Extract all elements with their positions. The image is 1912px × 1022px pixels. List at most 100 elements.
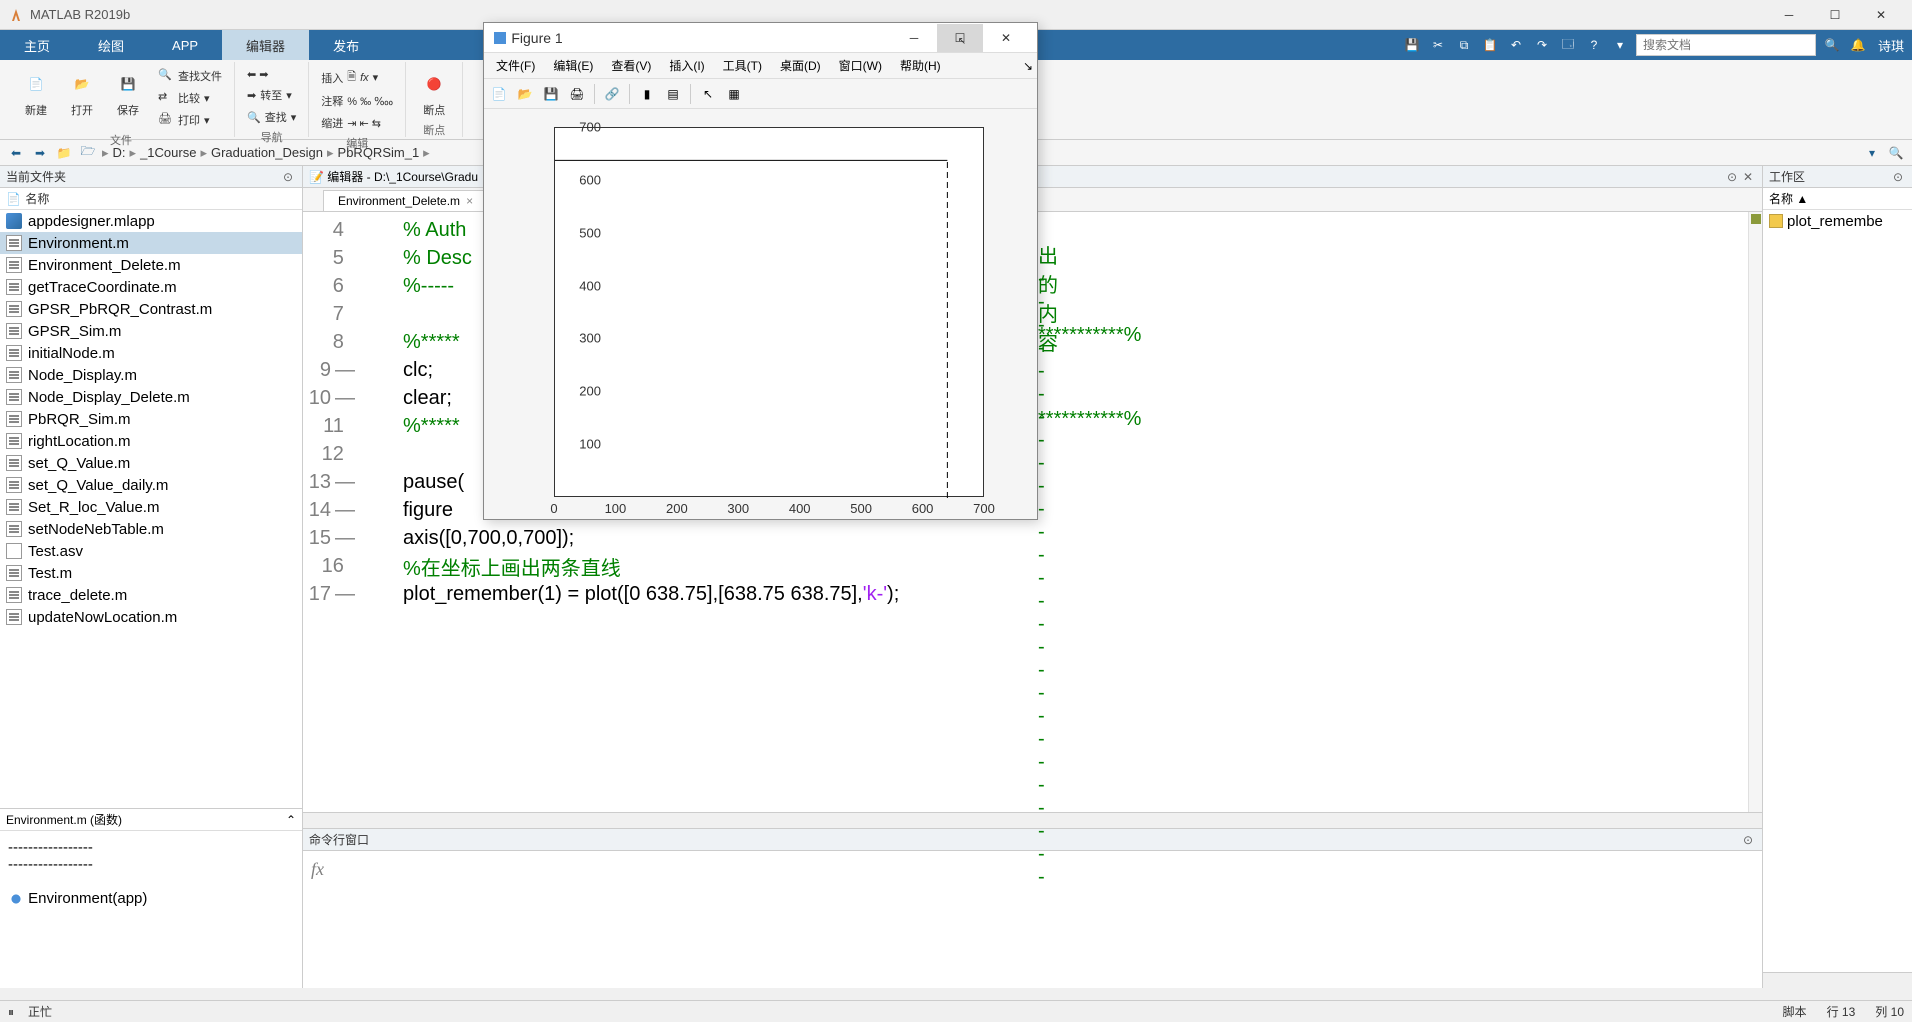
figure-titlebar[interactable]: Figure 1 ─ ☐↖ ✕ <box>484 23 1037 53</box>
editor-hscroll[interactable] <box>303 812 1762 828</box>
details-collapse-icon[interactable]: ⌃ <box>286 813 296 827</box>
figure-menu-edit[interactable]: 编辑(E) <box>545 54 601 77</box>
addr-dropdown-icon[interactable]: ▾ <box>1862 143 1882 163</box>
back-icon[interactable]: ⬅ ➡ <box>243 66 300 83</box>
file-item[interactable]: initialNode.m <box>0 342 302 364</box>
help-icon[interactable]: ? <box>1584 35 1604 55</box>
file-item[interactable]: Node_Display.m <box>0 364 302 386</box>
fig-open-icon[interactable]: 📂 <box>514 83 536 105</box>
figure-menu-file[interactable]: 文件(F) <box>488 54 543 77</box>
file-item[interactable]: GPSR_PbRQR_Contrast.m <box>0 298 302 320</box>
comment-button[interactable]: 注释 % ‰ ‱ <box>317 91 397 111</box>
file-item[interactable]: Test.m <box>0 562 302 584</box>
figure-axes-canvas[interactable]: 100200300400500600700 010020030040050060… <box>484 109 1037 519</box>
nav-up-icon[interactable]: 📁 <box>54 143 74 163</box>
redo-icon[interactable]: ↷ <box>1532 35 1552 55</box>
fig-print-icon[interactable]: 🖨 <box>566 83 588 105</box>
editor-message-bar[interactable] <box>1748 212 1762 812</box>
figure-close-button[interactable]: ✕ <box>983 24 1029 52</box>
file-item[interactable]: Set_R_loc_Value.m <box>0 496 302 518</box>
figure-window[interactable]: Figure 1 ─ ☐↖ ✕ 文件(F) 编辑(E) 查看(V) 插入(I) … <box>483 22 1038 520</box>
search-docs-input[interactable] <box>1636 34 1816 56</box>
command-window[interactable]: fx <box>303 851 1762 988</box>
fx-prompt-icon[interactable]: fx <box>311 859 324 880</box>
file-item[interactable]: set_Q_Value_daily.m <box>0 474 302 496</box>
tab-close-icon[interactable]: × <box>466 194 473 208</box>
file-item[interactable]: appdesigner.mlapp <box>0 210 302 232</box>
file-item[interactable]: getTraceCoordinate.m <box>0 276 302 298</box>
file-item[interactable]: set_Q_Value.m <box>0 452 302 474</box>
switch-windows-icon[interactable]: 🗔 <box>1558 35 1578 55</box>
file-item[interactable]: updateNowLocation.m <box>0 606 302 628</box>
file-item[interactable]: trace_delete.m <box>0 584 302 606</box>
bell-icon[interactable]: 🔔 <box>1848 35 1868 55</box>
tab-publish[interactable]: 发布 <box>309 30 383 60</box>
user-name[interactable]: 诗琪 <box>1878 36 1904 55</box>
fig-new-icon[interactable]: 📄 <box>488 83 510 105</box>
breakpoints-button[interactable]: 🔴断点 <box>414 66 454 120</box>
figure-minimize-button[interactable]: ─ <box>891 24 937 52</box>
figure-menu-view[interactable]: 查看(V) <box>603 54 659 77</box>
fig-legend-icon[interactable]: ▤ <box>662 83 684 105</box>
figure-menu-chevron-icon[interactable]: ↘ <box>1023 59 1033 73</box>
fig-save-icon[interactable]: 💾 <box>540 83 562 105</box>
find-files-button[interactable]: 🔍查找文件 <box>154 66 226 86</box>
file-item[interactable]: setNodeNebTable.m <box>0 518 302 540</box>
file-item[interactable]: PbRQR_Sim.m <box>0 408 302 430</box>
editor-tab[interactable]: Environment_Delete.m× <box>323 190 488 211</box>
panel-menu-icon[interactable]: ⊙ <box>280 169 296 185</box>
file-list-header[interactable]: 📄 名称 <box>0 188 302 210</box>
fig-link-icon[interactable]: 🔗 <box>601 83 623 105</box>
minimize-button[interactable]: ─ <box>1766 0 1812 30</box>
cut-icon[interactable]: ✂ <box>1428 35 1448 55</box>
file-item[interactable]: Test.asv <box>0 540 302 562</box>
figure-menu-window[interactable]: 窗口(W) <box>831 54 890 77</box>
cmdwin-menu-icon[interactable]: ⊙ <box>1740 832 1756 848</box>
figure-menu-insert[interactable]: 插入(I) <box>661 54 712 77</box>
addr-search-icon[interactable]: 🔍 <box>1886 143 1906 163</box>
nav-back-icon[interactable]: ⬅ <box>6 143 26 163</box>
workspace-col-header[interactable]: 名称 ▲ <box>1763 188 1912 210</box>
nav-browse-icon[interactable]: 🗁 <box>78 143 98 163</box>
save-icon[interactable]: 💾 <box>1402 35 1422 55</box>
tab-apps[interactable]: APP <box>148 30 222 60</box>
editor-menu-icon[interactable]: ⊙ <box>1724 169 1740 185</box>
insert-button[interactable]: 插入 🗎 fx ▾ <box>317 66 397 89</box>
file-item[interactable]: rightLocation.m <box>0 430 302 452</box>
maximize-button[interactable]: ☐ <box>1812 0 1858 30</box>
open-button[interactable]: 📂打开 <box>62 66 102 120</box>
close-button[interactable]: ✕ <box>1858 0 1904 30</box>
figure-menu-help[interactable]: 帮助(H) <box>892 54 949 77</box>
save-button[interactable]: 💾保存 <box>108 66 148 120</box>
find-button[interactable]: 🔍 查找 ▾ <box>243 107 300 127</box>
print-button[interactable]: 🖨打印 ▾ <box>154 110 226 130</box>
nav-forward-icon[interactable]: ➡ <box>30 143 50 163</box>
dropdown-icon[interactable]: ▾ <box>1610 35 1630 55</box>
workspace-hscroll[interactable] <box>1763 972 1912 988</box>
compare-button[interactable]: ⇄比较 ▾ <box>154 88 226 108</box>
tab-plots[interactable]: 绘图 <box>74 30 148 60</box>
code-analyzer-indicator[interactable] <box>1751 214 1761 224</box>
fig-ploteditor-icon[interactable]: ▦ <box>723 83 745 105</box>
undo-icon[interactable]: ↶ <box>1506 35 1526 55</box>
file-item[interactable]: Environment_Delete.m <box>0 254 302 276</box>
fig-colorbar-icon[interactable]: ▮ <box>636 83 658 105</box>
file-item[interactable]: Node_Display_Delete.m <box>0 386 302 408</box>
search-icon[interactable]: 🔍 <box>1822 35 1842 55</box>
editor-close-icon[interactable]: ✕ <box>1740 169 1756 185</box>
workspace-menu-icon[interactable]: ⊙ <box>1890 169 1906 185</box>
file-item[interactable]: Environment.m <box>0 232 302 254</box>
copy-icon[interactable]: ⧉ <box>1454 35 1474 55</box>
figure-menu-tools[interactable]: 工具(T) <box>715 54 770 77</box>
workspace-var[interactable]: plot_remembe <box>1763 210 1912 232</box>
indent-button[interactable]: 缩进 ⇥ ⇤ ⇆ <box>317 113 397 133</box>
tab-home[interactable]: 主页 <box>0 30 74 60</box>
file-item[interactable]: GPSR_Sim.m <box>0 320 302 342</box>
paste-icon[interactable]: 📋 <box>1480 35 1500 55</box>
fig-pointer-icon[interactable]: ↖ <box>697 83 719 105</box>
goto-button[interactable]: ➡ 转至 ▾ <box>243 85 300 105</box>
tab-editor[interactable]: 编辑器 <box>222 30 309 60</box>
new-button[interactable]: 📄新建 <box>16 66 56 120</box>
figure-maximize-button[interactable]: ☐↖ <box>937 24 983 52</box>
figure-menu-desktop[interactable]: 桌面(D) <box>772 54 829 77</box>
